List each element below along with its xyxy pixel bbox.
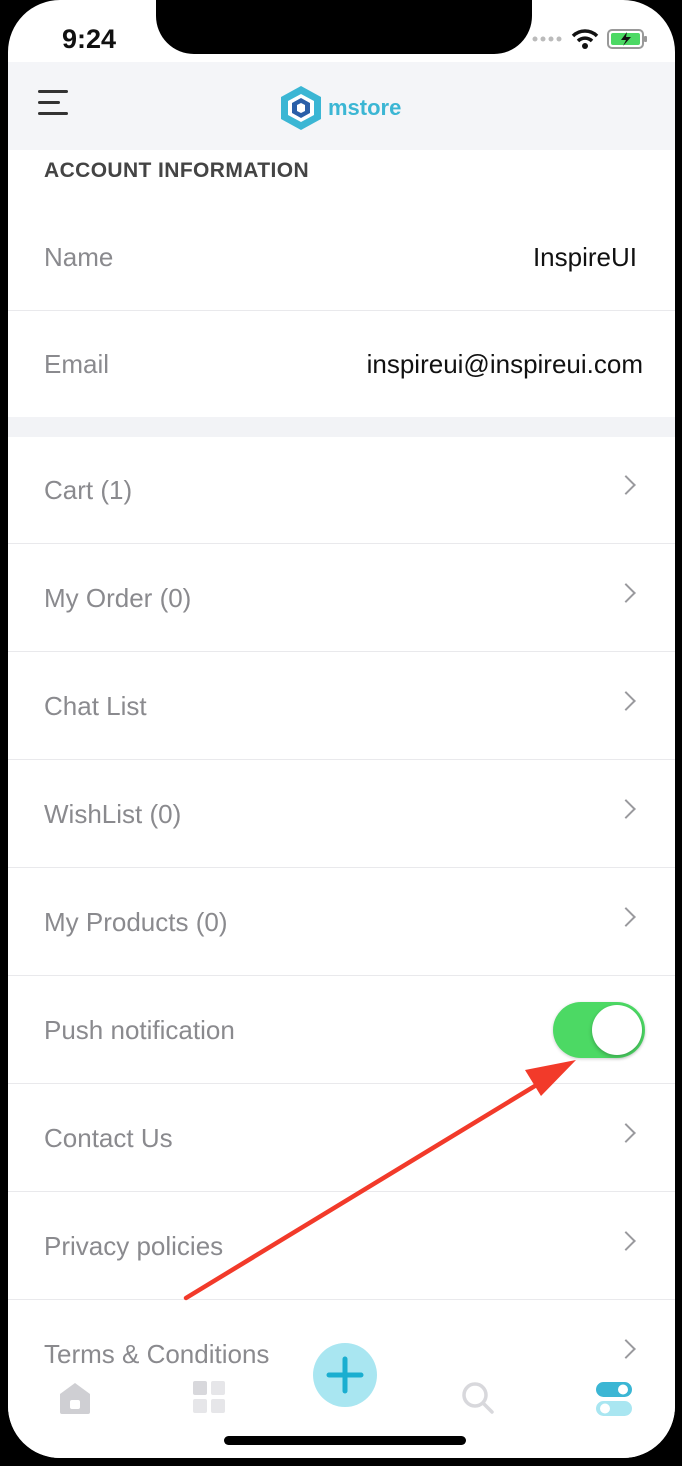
chevron-right-icon xyxy=(616,799,636,819)
menu-item-chat-list[interactable]: Chat List xyxy=(8,653,675,760)
status-time: 9:24 xyxy=(62,24,117,54)
search-icon xyxy=(462,1382,494,1414)
battery-icon xyxy=(607,29,647,49)
push-notification-toggle[interactable] xyxy=(553,1002,645,1058)
name-row: Name InspireUI xyxy=(8,204,675,311)
phone-screen: 9:24 mstore ACCOUNT INFORMATION Name Ins… xyxy=(8,0,675,1458)
chevron-right-icon xyxy=(616,475,636,495)
mstore-logo: mstore xyxy=(278,84,401,132)
email-value: inspireui@inspireui.com xyxy=(366,349,643,379)
chevron-right-icon xyxy=(616,907,636,927)
notch xyxy=(156,0,532,54)
home-indicator xyxy=(224,1436,466,1445)
chevron-right-icon xyxy=(616,1123,636,1143)
menu-item-push-notification: Push notification xyxy=(8,977,675,1084)
wifi-icon xyxy=(571,29,599,49)
menu-item-cart[interactable]: Cart (1) xyxy=(8,437,675,544)
menu-item-my-order[interactable]: My Order (0) xyxy=(8,545,675,652)
mstore-logo-icon xyxy=(281,86,321,130)
tab-search[interactable] xyxy=(460,1380,496,1421)
menu-item-label: Chat List xyxy=(44,691,147,721)
menu-item-contact-us[interactable]: Contact Us xyxy=(8,1085,675,1192)
status-icons xyxy=(531,28,649,50)
home-icon xyxy=(60,1383,90,1414)
chevron-right-icon xyxy=(616,583,636,603)
menu-item-label: Cart (1) xyxy=(44,475,133,505)
app-header: mstore xyxy=(8,62,675,150)
menu-item-my-products[interactable]: My Products (0) xyxy=(8,869,675,976)
toggle-knob xyxy=(592,1005,642,1055)
chevron-right-icon xyxy=(616,1231,636,1251)
logo-text: mstore xyxy=(328,95,402,120)
section-divider xyxy=(8,417,675,437)
menu-item-privacy-policies[interactable]: Privacy policies xyxy=(8,1193,675,1300)
settings-toggle-icon xyxy=(596,1382,632,1416)
menu-item-label: Contact Us xyxy=(44,1123,173,1153)
tab-home[interactable] xyxy=(56,1380,94,1421)
tab-settings[interactable] xyxy=(595,1380,633,1423)
menu-item-label: WishList (0) xyxy=(44,799,182,829)
menu-item-label: My Order (0) xyxy=(44,583,192,613)
add-icon xyxy=(326,1356,364,1394)
grid-icon xyxy=(193,1381,225,1413)
name-label: Name xyxy=(44,242,114,272)
email-label: Email xyxy=(44,349,110,379)
menu-item-wishlist[interactable]: WishList (0) xyxy=(8,761,675,868)
email-row: Email inspireui@inspireui.com xyxy=(8,311,675,418)
hamburger-menu-button[interactable] xyxy=(38,90,70,120)
chevron-right-icon xyxy=(616,691,636,711)
menu-item-label: My Products (0) xyxy=(44,907,228,937)
signal-icon xyxy=(532,36,562,42)
account-section-title: ACCOUNT INFORMATION xyxy=(44,159,310,182)
name-value: InspireUI xyxy=(532,242,637,272)
tab-categories[interactable] xyxy=(192,1380,226,1419)
menu-item-label: Privacy policies xyxy=(44,1231,224,1261)
menu-item-label: Push notification xyxy=(44,1015,235,1045)
add-button[interactable] xyxy=(313,1343,377,1407)
chevron-right-icon xyxy=(616,1339,636,1359)
